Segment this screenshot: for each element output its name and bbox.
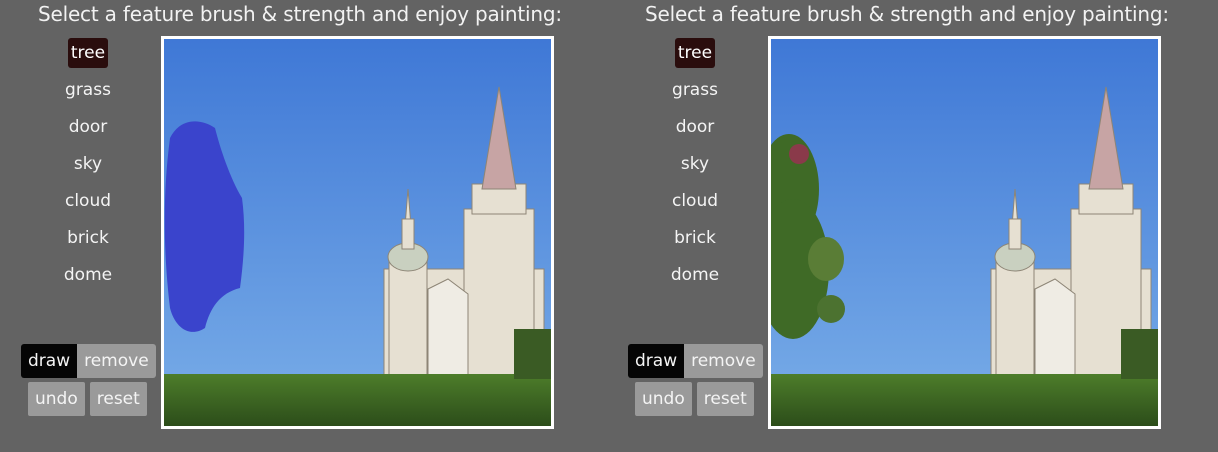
feature-door[interactable]: door [58, 112, 118, 142]
feature-grass[interactable]: grass [58, 75, 118, 105]
feature-door[interactable]: door [665, 112, 725, 142]
feature-dome[interactable]: dome [665, 260, 725, 290]
result-canvas [768, 36, 1161, 429]
tool-buttons: draw remove undo reset [21, 344, 156, 416]
feature-cloud[interactable]: cloud [665, 186, 725, 216]
brush-stroke [164, 121, 245, 332]
panel-title: Select a feature brush & strength and en… [645, 2, 1169, 26]
church-scene-result-image [771, 39, 1158, 426]
remove-button[interactable]: remove [684, 344, 763, 378]
tool-buttons: draw remove undo reset [628, 344, 763, 416]
feature-sky[interactable]: sky [665, 149, 725, 179]
panel-title: Select a feature brush & strength and en… [38, 2, 562, 26]
undo-button[interactable]: undo [635, 382, 692, 416]
feature-sky[interactable]: sky [58, 149, 118, 179]
feature-cloud[interactable]: cloud [58, 186, 118, 216]
reset-button[interactable]: reset [696, 382, 754, 416]
feature-brick[interactable]: brick [665, 223, 725, 253]
feature-grass[interactable]: grass [665, 75, 725, 105]
feature-brush-list: tree grass door sky cloud brick dome [665, 38, 725, 297]
undo-button[interactable]: undo [28, 382, 85, 416]
feature-dome[interactable]: dome [58, 260, 118, 290]
feature-brush-list: tree grass door sky cloud brick dome [58, 38, 118, 297]
left-panel: Select a feature brush & strength and en… [0, 0, 600, 452]
feature-tree[interactable]: tree [68, 38, 108, 68]
feature-brick[interactable]: brick [58, 223, 118, 253]
right-panel: Select a feature brush & strength and en… [607, 0, 1207, 452]
remove-button[interactable]: remove [77, 344, 156, 378]
feature-tree[interactable]: tree [675, 38, 715, 68]
reset-button[interactable]: reset [89, 382, 147, 416]
draw-button[interactable]: draw [628, 344, 685, 378]
draw-button[interactable]: draw [21, 344, 78, 378]
